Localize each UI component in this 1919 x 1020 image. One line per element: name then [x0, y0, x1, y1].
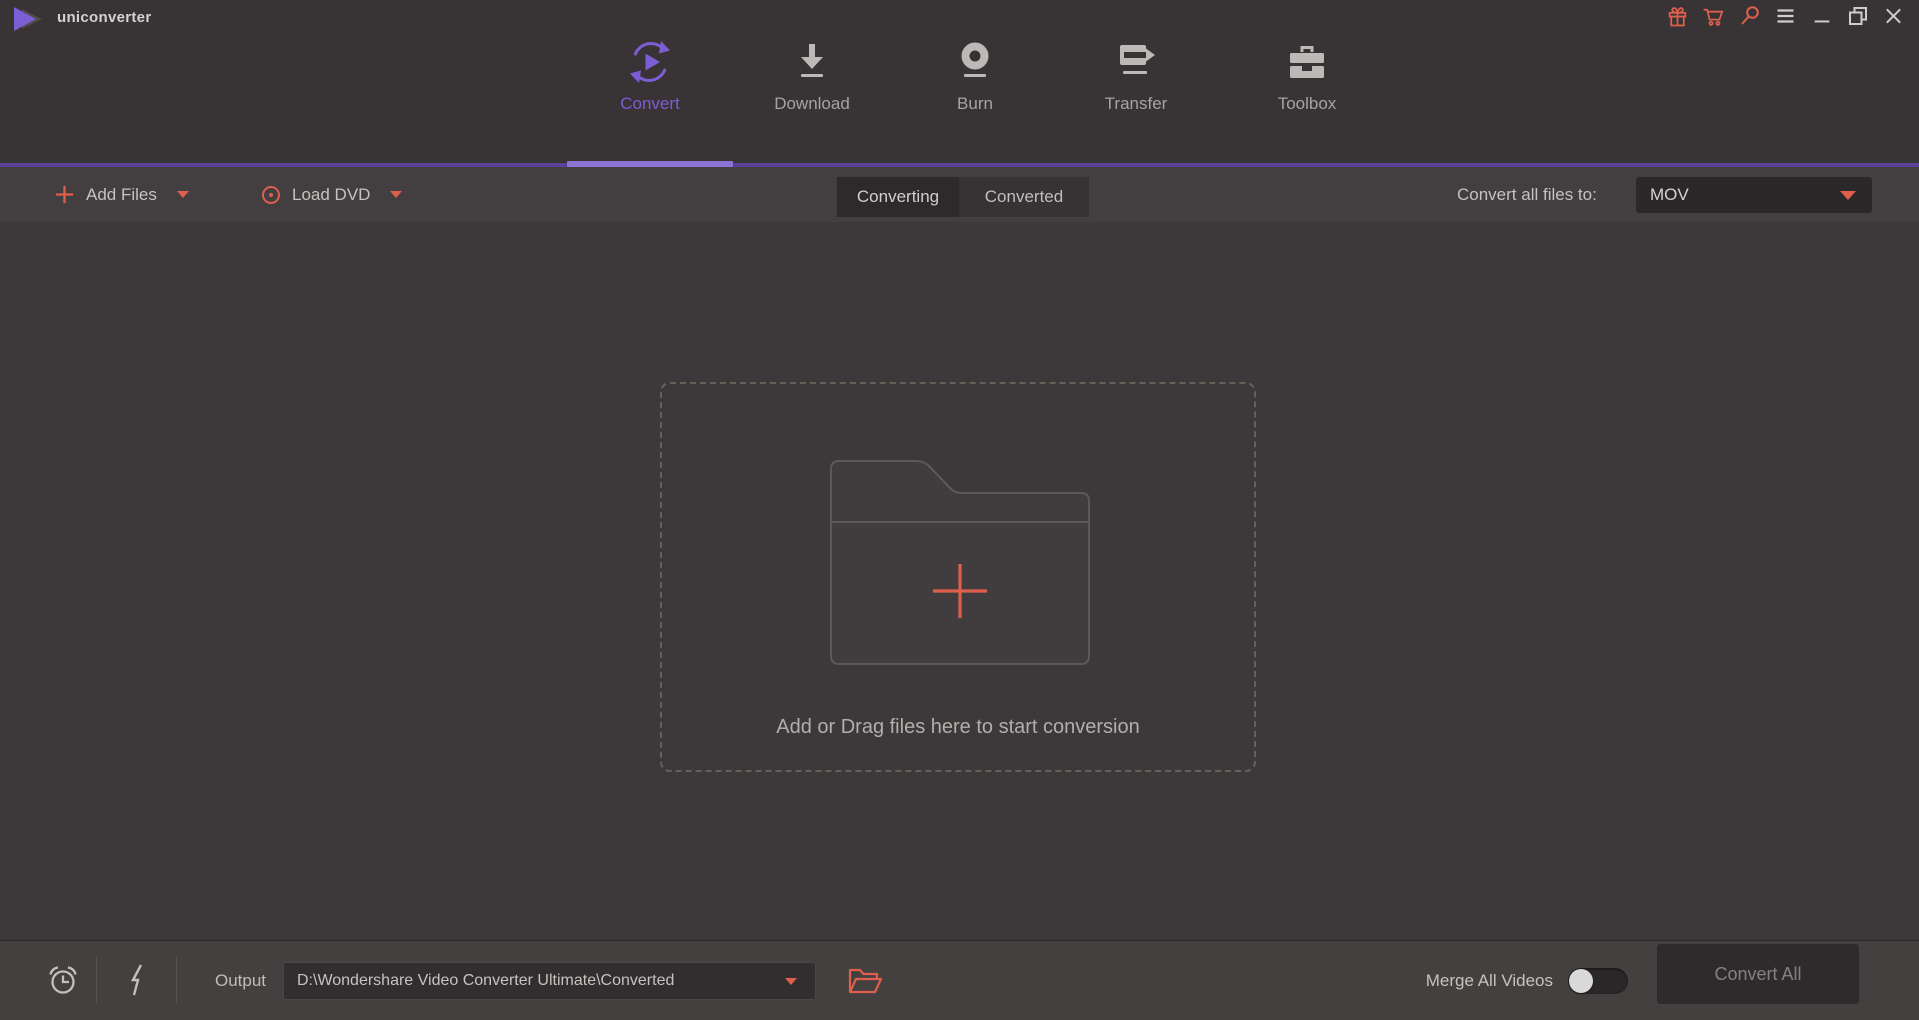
tab-converted[interactable]: Converted: [959, 177, 1089, 217]
load-dvd-caret-icon[interactable]: [390, 191, 402, 198]
tab-toolbox-label: Toolbox: [1247, 94, 1367, 114]
menu-icon[interactable]: [1774, 4, 1797, 28]
tab-converting[interactable]: Converting: [837, 177, 959, 217]
dropzone-caption: Add or Drag files here to start conversi…: [662, 716, 1254, 739]
transfer-icon: [1112, 38, 1160, 86]
output-path-value: D:\Wondershare Video Converter Ultimate\…: [297, 972, 775, 990]
merge-toggle[interactable]: [1568, 968, 1628, 994]
download-icon: [788, 38, 836, 86]
cart-icon[interactable]: [1702, 4, 1725, 28]
convert-all-files-to-label: Convert all files to:: [1457, 167, 1597, 222]
high-speed-bolt-icon[interactable]: [122, 962, 152, 998]
output-format-select[interactable]: MOV: [1636, 177, 1872, 213]
divider: [96, 957, 97, 1003]
schedule-clock-icon[interactable]: [46, 963, 80, 997]
output-format-value: MOV: [1650, 185, 1830, 205]
tab-download[interactable]: Download: [752, 38, 872, 134]
toggle-knob: [1569, 969, 1593, 993]
toolbox-icon: [1283, 38, 1331, 86]
main-area: Add or Drag files here to start conversi…: [0, 222, 1919, 940]
app-window: uniconverter: [0, 0, 1919, 1020]
tab-convert-label: Convert: [590, 94, 710, 114]
gift-icon[interactable]: [1666, 4, 1689, 28]
tab-download-label: Download: [752, 94, 872, 114]
close-icon[interactable]: [1882, 4, 1905, 28]
folder-icon: [830, 460, 1090, 667]
tab-convert[interactable]: Convert: [590, 38, 710, 134]
output-path-field[interactable]: D:\Wondershare Video Converter Ultimate\…: [283, 962, 816, 1000]
load-dvd-button[interactable]: Load DVD: [260, 167, 402, 222]
restore-icon[interactable]: [1846, 4, 1869, 28]
app-logo-icon: [14, 7, 48, 31]
tab-burn-label: Burn: [915, 94, 1035, 114]
tab-burn[interactable]: Burn: [915, 38, 1035, 134]
format-caret-icon: [1840, 191, 1856, 200]
divider: [176, 957, 177, 1003]
merge-all-videos-label: Merge All Videos: [1393, 941, 1553, 1020]
convert-all-button[interactable]: Convert All: [1657, 944, 1859, 1004]
disc-icon: [260, 184, 282, 206]
app-title: uniconverter: [57, 9, 151, 26]
convert-icon: [626, 38, 674, 86]
titlebar: uniconverter: [0, 0, 1919, 165]
queue-tabs: Converting Converted: [837, 177, 1089, 217]
add-files-label: Add Files: [86, 185, 157, 205]
add-files-button[interactable]: Add Files: [53, 167, 189, 222]
open-folder-icon[interactable]: [846, 965, 884, 997]
titlebar-controls: [1666, 4, 1905, 28]
plus-icon: [53, 183, 76, 206]
file-dropzone[interactable]: Add or Drag files here to start conversi…: [660, 382, 1256, 772]
add-files-caret-icon[interactable]: [177, 191, 189, 198]
tab-toolbox[interactable]: Toolbox: [1247, 38, 1367, 134]
minimize-icon[interactable]: [1810, 4, 1833, 28]
tab-transfer-label: Transfer: [1076, 94, 1196, 114]
tab-transfer[interactable]: Transfer: [1076, 38, 1196, 134]
search-icon[interactable]: [1738, 4, 1761, 28]
output-path-caret-icon[interactable]: [785, 978, 797, 985]
output-label: Output: [215, 941, 266, 1020]
burn-icon: [951, 38, 999, 86]
bottom-bar: Output D:\Wondershare Video Converter Ul…: [0, 940, 1919, 1020]
toolbar: Add Files Load DVD Converting Converted …: [0, 167, 1919, 222]
load-dvd-label: Load DVD: [292, 185, 370, 205]
